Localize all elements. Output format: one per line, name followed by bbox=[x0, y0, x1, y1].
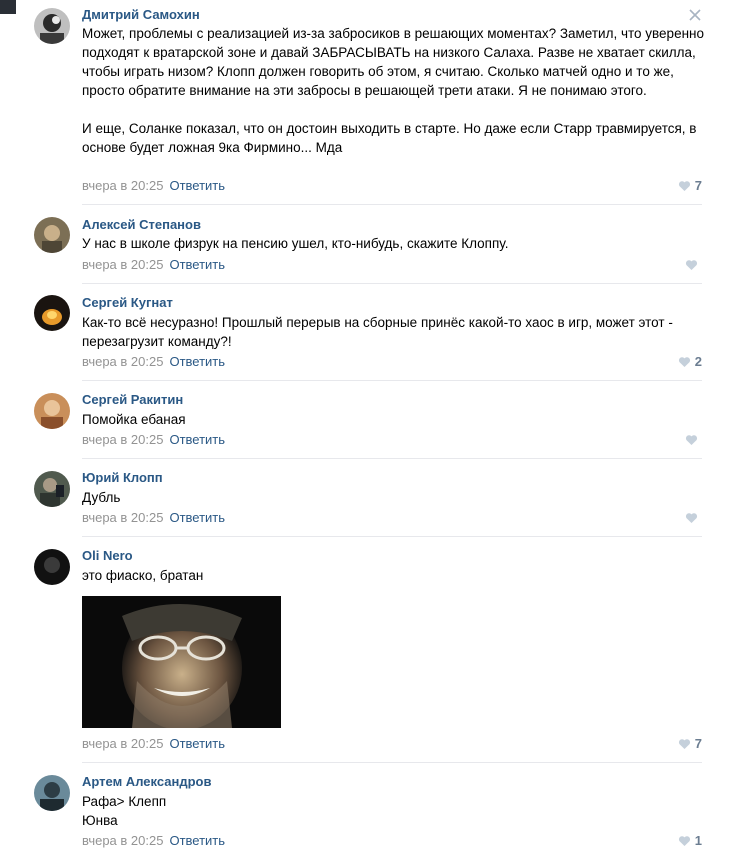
comment-author[interactable]: Oli Nero bbox=[82, 548, 133, 563]
window-corner bbox=[0, 0, 16, 14]
like-count: 7 bbox=[694, 178, 702, 193]
heart-icon bbox=[678, 181, 690, 191]
comment-meta: вчера в 20:25 Ответить bbox=[82, 833, 225, 848]
comment-meta: вчера в 20:25 Ответить bbox=[82, 510, 225, 525]
comment-author[interactable]: Алексей Степанов bbox=[82, 217, 201, 232]
comment-time[interactable]: вчера в 20:25 bbox=[82, 178, 163, 193]
like-count: 1 bbox=[694, 833, 702, 848]
divider bbox=[82, 536, 702, 537]
like-button[interactable]: 7 bbox=[678, 178, 702, 193]
comment-text: Дубль bbox=[82, 490, 121, 505]
like-button[interactable]: 1 bbox=[678, 833, 702, 848]
comment-time[interactable]: вчера в 20:25 bbox=[82, 510, 163, 525]
avatar[interactable] bbox=[34, 549, 70, 585]
avatar[interactable] bbox=[34, 8, 70, 44]
comment-text: Может, проблемы с реализацией из-за забр… bbox=[82, 26, 704, 155]
avatar[interactable] bbox=[34, 295, 70, 331]
avatar[interactable] bbox=[34, 471, 70, 507]
heart-icon bbox=[685, 260, 698, 270]
like-button[interactable] bbox=[685, 432, 702, 447]
comment-time[interactable]: вчера в 20:25 bbox=[82, 833, 163, 848]
heart-icon bbox=[678, 836, 690, 846]
comment-text: Рафа> Клепп Юнва bbox=[82, 794, 167, 828]
like-button[interactable] bbox=[685, 257, 702, 272]
heart-icon bbox=[678, 739, 690, 749]
heart-icon bbox=[685, 435, 698, 445]
comment-text: Как-то всё несуразно! Прошлый перерыв на… bbox=[82, 315, 673, 349]
comment-meta: вчера в 20:25 Ответить bbox=[82, 178, 225, 193]
comment-time[interactable]: вчера в 20:25 bbox=[82, 432, 163, 447]
comment-author[interactable]: Сергей Кугнат bbox=[82, 295, 173, 310]
like-count: 2 bbox=[694, 354, 702, 369]
like-button[interactable]: 7 bbox=[678, 736, 702, 751]
comment-meta: вчера в 20:25 Ответить bbox=[82, 354, 225, 369]
comment-text: это фиаско, братан bbox=[82, 568, 204, 583]
comment-time[interactable]: вчера в 20:25 bbox=[82, 736, 163, 751]
divider bbox=[82, 458, 702, 459]
comment-author[interactable]: Сергей Ракитин bbox=[82, 392, 183, 407]
reply-button[interactable]: Ответить bbox=[169, 736, 225, 751]
reply-button[interactable]: Ответить bbox=[169, 833, 225, 848]
comment-meta: вчера в 20:25 Ответить bbox=[82, 736, 225, 751]
reply-button[interactable]: Ответить bbox=[169, 510, 225, 525]
divider bbox=[82, 380, 702, 381]
comment-time[interactable]: вчера в 20:25 bbox=[82, 354, 163, 369]
heart-icon bbox=[685, 513, 698, 523]
comment-author[interactable]: Юрий Клопп bbox=[82, 470, 163, 485]
reply-button[interactable]: Ответить bbox=[169, 257, 225, 272]
avatar[interactable] bbox=[34, 393, 70, 429]
heart-icon bbox=[678, 357, 690, 367]
avatar[interactable] bbox=[34, 217, 70, 253]
like-count: 7 bbox=[694, 736, 702, 751]
divider bbox=[82, 283, 702, 284]
attached-photo[interactable] bbox=[82, 596, 281, 728]
comment-author[interactable]: Артем Александров bbox=[82, 774, 211, 789]
reply-button[interactable]: Ответить bbox=[169, 354, 225, 369]
comment-time[interactable]: вчера в 20:25 bbox=[82, 257, 163, 272]
reply-button[interactable]: Ответить bbox=[169, 432, 225, 447]
close-icon[interactable] bbox=[688, 8, 702, 22]
like-button[interactable]: 2 bbox=[678, 354, 702, 369]
comment-text: Помойка ебаная bbox=[82, 412, 186, 427]
comment-meta: вчера в 20:25 Ответить bbox=[82, 257, 225, 272]
divider bbox=[82, 762, 702, 763]
divider bbox=[82, 204, 702, 205]
avatar[interactable] bbox=[34, 775, 70, 811]
like-button[interactable] bbox=[685, 510, 702, 525]
reply-button[interactable]: Ответить bbox=[169, 178, 225, 193]
comment-author[interactable]: Дмитрий Самохин bbox=[82, 7, 200, 22]
comment-text: У нас в школе физрук на пенсию ушел, кто… bbox=[82, 236, 509, 251]
comment-meta: вчера в 20:25 Ответить bbox=[82, 432, 225, 447]
